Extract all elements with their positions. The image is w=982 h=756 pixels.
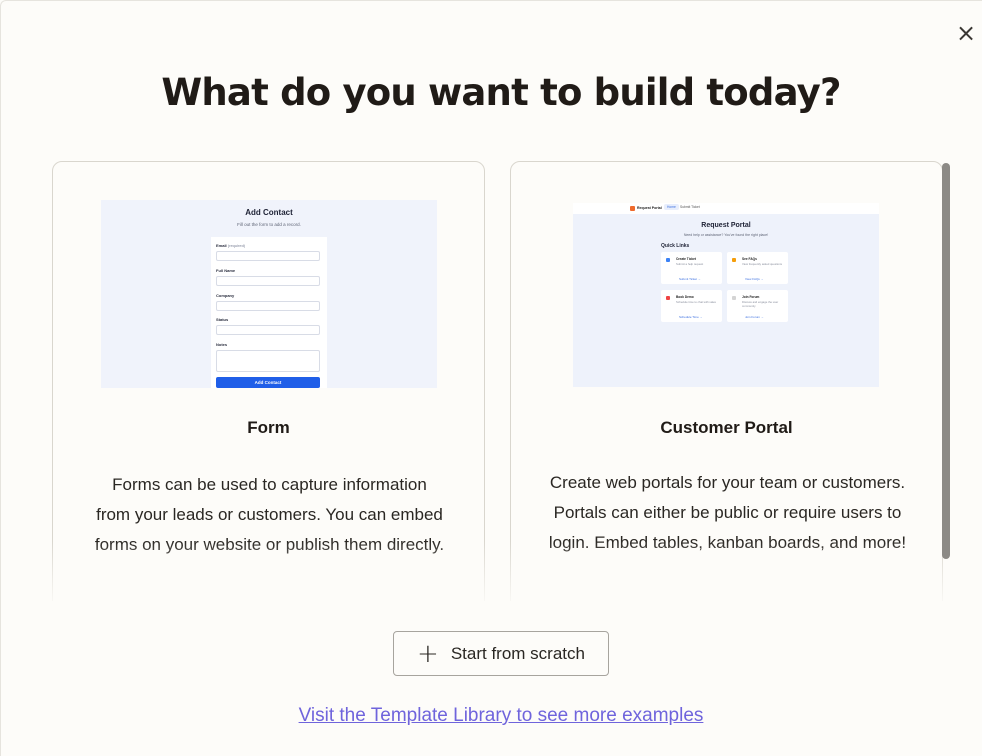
preview-link-desc: Schedule time to chat with sales xyxy=(676,300,716,304)
customer-portal-card[interactable]: Request Portal Home Submit Ticket Reques… xyxy=(510,161,943,601)
page-title: What do you want to build today? xyxy=(161,71,841,114)
preview-form-title: Add Contact xyxy=(245,208,293,217)
ticket-icon xyxy=(666,258,670,262)
scrollbar[interactable] xyxy=(942,163,950,559)
preview-link-card: See FAQs View frequently asked questions… xyxy=(727,252,788,284)
preview-form-subtitle: Fill out the form to add a record. xyxy=(237,222,301,227)
start-from-scratch-label: Start from scratch xyxy=(450,643,585,663)
portal-logo-icon xyxy=(630,206,635,211)
preview-link-action: Schedule Time → xyxy=(679,315,703,319)
preview-portal-subtitle: Need help or assistance? You've found th… xyxy=(683,233,769,237)
preview-portal-nav-home: Home xyxy=(664,204,679,210)
preview-link-card: Book Demo Schedule time to chat with sal… xyxy=(661,290,722,322)
form-card[interactable]: Add Contact Fill out the form to add a r… xyxy=(52,161,485,601)
preview-field-textarea xyxy=(216,350,320,372)
preview-field-input xyxy=(216,276,320,286)
form-preview-image: Add Contact Fill out the form to add a r… xyxy=(101,200,437,388)
plus-icon: + xyxy=(417,638,439,669)
preview-field-label: Status xyxy=(216,317,229,322)
preview-submit-button: Add Contact xyxy=(216,377,320,388)
preview-field-label: Notes xyxy=(216,342,228,347)
faq-icon xyxy=(732,258,736,262)
preview-field-label: Full Name xyxy=(216,268,236,273)
preview-link-action: Join Forum → xyxy=(745,315,764,319)
calendar-icon xyxy=(666,296,670,300)
preview-portal-brand: Request Portal xyxy=(637,206,662,210)
preview-form-body: Email (required) Full Name Company Statu… xyxy=(211,237,327,388)
preview-portal-nav: Request Portal Home Submit Ticket xyxy=(573,203,879,214)
preview-portal-title: Request Portal xyxy=(701,222,751,229)
preview-quick-links-title: Quick Links xyxy=(661,243,690,249)
preview-link-action: Submit Ticket → xyxy=(679,277,701,281)
preview-link-title: Create Ticket xyxy=(676,257,696,261)
preview-link-title: Join Forum xyxy=(742,295,760,299)
preview-link-title: Book Demo xyxy=(676,295,694,299)
preview-portal-nav-submit: Submit Ticket xyxy=(680,205,700,209)
preview-link-desc: View frequently asked questions xyxy=(742,262,783,266)
portal-preview-image: Request Portal Home Submit Ticket Reques… xyxy=(573,203,879,387)
close-icon[interactable]: × xyxy=(956,21,976,45)
form-card-description: Forms can be used to capture information… xyxy=(94,475,445,554)
preview-field-input xyxy=(216,251,320,261)
preview-link-card: Join Forum Discuss and engage the user c… xyxy=(727,290,788,322)
template-library-link[interactable]: Visit the Template Library to see more e… xyxy=(1,705,982,727)
preview-field-label: Company xyxy=(216,293,235,298)
create-dialog: × What do you want to build today? Add C… xyxy=(0,0,982,756)
preview-link-desc: Discuss and engage the user community xyxy=(742,300,779,308)
cards-container: Add Contact Fill out the form to add a r… xyxy=(52,161,943,601)
preview-field-label: Email (required) xyxy=(216,243,246,248)
form-card-title: Form xyxy=(247,418,290,437)
preview-field-select xyxy=(216,325,320,335)
preview-link-action: View FAQs → xyxy=(745,277,764,281)
portal-card-description: Create web portals for your team or cust… xyxy=(548,473,907,552)
forum-icon xyxy=(732,296,736,300)
preview-field-input xyxy=(216,301,320,311)
preview-link-desc: Submit a help request xyxy=(676,262,704,266)
preview-link-card: Create Ticket Submit a help request Subm… xyxy=(661,252,722,284)
portal-card-title: Customer Portal xyxy=(660,418,793,437)
preview-link-title: See FAQs xyxy=(742,257,757,261)
start-from-scratch-button[interactable]: + Start from scratch xyxy=(393,631,609,676)
